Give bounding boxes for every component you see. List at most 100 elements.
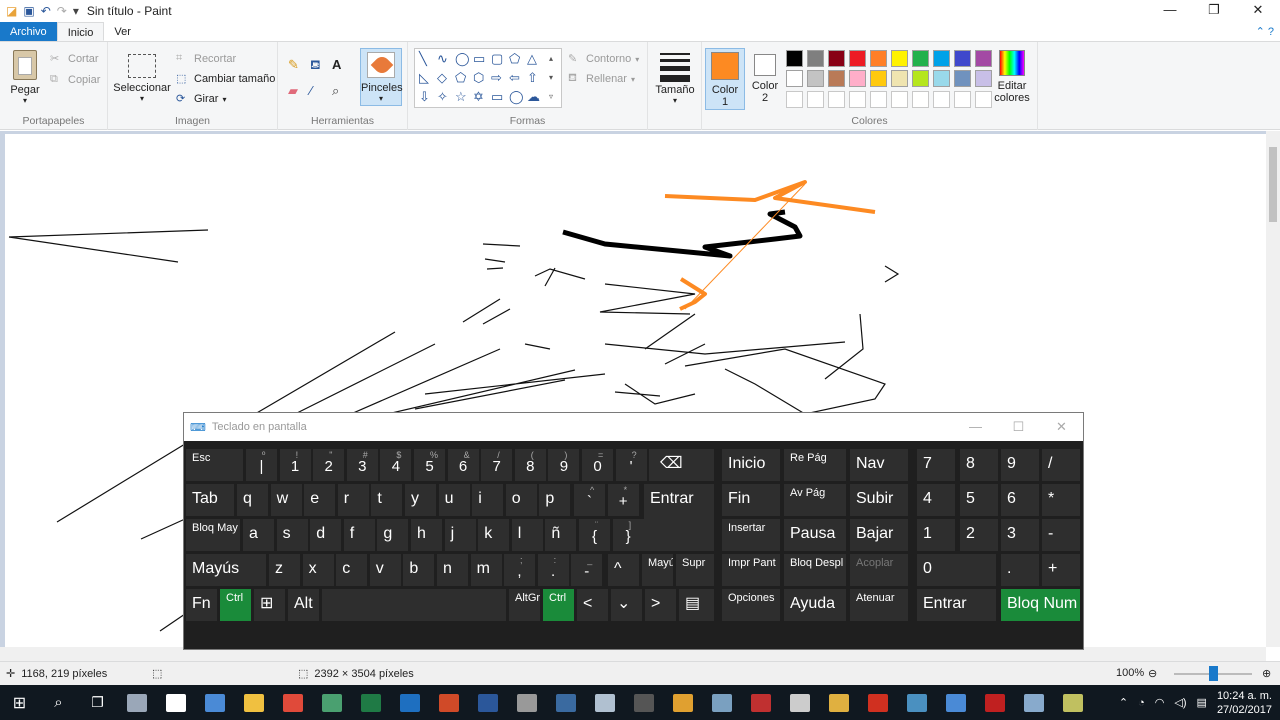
zoom-in-icon[interactable]: ⊕: [1262, 667, 1271, 680]
key-inicio[interactable]: Inicio: [722, 449, 780, 481]
minimize-button[interactable]: —: [1148, 0, 1192, 22]
expand-gallery-icon[interactable]: ▿: [549, 90, 553, 104]
osk-close-button[interactable]: ✕: [1040, 413, 1083, 441]
project-button[interactable]: [546, 685, 585, 720]
key-j[interactable]: j: [444, 519, 476, 551]
key-alt[interactable]: Alt: [288, 589, 319, 621]
snip-button[interactable]: [1053, 685, 1092, 720]
key-row4-extra-2[interactable]: _ -: [571, 554, 603, 586]
color-swatch-row2-8[interactable]: [954, 70, 971, 87]
key-row1-2[interactable]: ! 1: [279, 449, 311, 481]
alarm-button[interactable]: [780, 685, 819, 720]
key-row3-extra-0[interactable]: ¨{: [579, 519, 610, 551]
fill-button[interactable]: ⛾ Rellenar ▾: [568, 72, 635, 86]
key-b[interactable]: b: [403, 554, 435, 586]
select-button[interactable]: Seleccionar ▾: [112, 50, 172, 103]
key-numpad-7[interactable]: 7: [917, 449, 955, 481]
key-enter[interactable]: Entrar: [644, 484, 714, 551]
size-button[interactable]: Tamaño ▾: [654, 50, 696, 105]
key-numpad-0[interactable]: 0: [917, 554, 996, 586]
redo-icon[interactable]: ↷: [57, 4, 67, 18]
folder-button[interactable]: [819, 685, 858, 720]
copy-button[interactable]: ⧉ Copiar: [50, 73, 100, 87]
custom-color-slot[interactable]: [891, 91, 908, 108]
key-esc[interactable]: Esc: [186, 449, 243, 481]
notes-button[interactable]: [1014, 685, 1053, 720]
vertical-scroll-thumb[interactable]: [1269, 147, 1277, 222]
diamond-shape-icon[interactable]: ◇: [437, 71, 447, 85]
zoom-out-icon[interactable]: ⊖: [1148, 667, 1157, 680]
four-point-star-shape-icon[interactable]: ✧: [437, 90, 448, 104]
key-repag[interactable]: Re Pág: [784, 449, 846, 481]
file-explorer-button[interactable]: [234, 685, 273, 720]
line-shape-icon[interactable]: ╲: [419, 52, 427, 66]
key-row1-4[interactable]: #3: [346, 449, 378, 481]
outline-button[interactable]: ✎ Contorno ▾: [568, 52, 639, 66]
calculator-button[interactable]: [624, 685, 663, 720]
curve-shape-icon[interactable]: ∿: [437, 52, 448, 66]
color-swatch-row2-6[interactable]: [912, 70, 929, 87]
key-bloq-num[interactable]: Bloq Num: [1001, 589, 1080, 621]
key-ctrl[interactable]: Ctrl: [220, 589, 251, 621]
tab-view[interactable]: Ver: [104, 22, 141, 41]
key-row1-9[interactable]: (8: [514, 449, 546, 481]
key-arrow-down[interactable]: ⌄: [611, 589, 642, 621]
excel-button[interactable]: [351, 685, 390, 720]
scroll-down-icon[interactable]: ▾: [549, 71, 553, 85]
outlook-button[interactable]: [390, 685, 429, 720]
color-swatch-row1-1[interactable]: [807, 50, 824, 67]
color-swatch-row1-7[interactable]: [933, 50, 950, 67]
polygon-shape-icon[interactable]: ⬠: [509, 52, 520, 66]
key-nav[interactable]: Nav: [850, 449, 908, 481]
color-swatch-row1-2[interactable]: [828, 50, 845, 67]
key-u[interactable]: u: [438, 484, 470, 516]
undo-icon[interactable]: ↶: [41, 4, 51, 18]
settings-taskbar-button[interactable]: [507, 685, 546, 720]
clock[interactable]: 10:24 a. m. 27/02/2017: [1217, 689, 1272, 717]
callout-oval-shape-icon[interactable]: ◯: [509, 90, 524, 104]
key-o[interactable]: o: [505, 484, 537, 516]
paste-button[interactable]: Pegar ▾: [6, 50, 44, 105]
key-row4-extra-1[interactable]: :.: [537, 554, 569, 586]
key-y[interactable]: y: [405, 484, 436, 516]
magnifier-icon[interactable]: ⌕: [332, 84, 339, 98]
color-swatch-row1-3[interactable]: [849, 50, 866, 67]
pencil-icon[interactable]: ✎: [288, 58, 299, 72]
color-swatch-row2-0[interactable]: [786, 70, 803, 87]
key-m[interactable]: m: [470, 554, 502, 586]
oval-shape-icon[interactable]: ◯: [455, 52, 470, 66]
key-space[interactable]: [322, 589, 506, 621]
custom-color-slot[interactable]: [954, 91, 971, 108]
key-insertar[interactable]: Insertar: [722, 519, 780, 551]
color-swatch-row1-8[interactable]: [954, 50, 971, 67]
right-arrow-shape-icon[interactable]: ⇨: [491, 71, 502, 85]
media-player-button[interactable]: [663, 685, 702, 720]
key-altgr[interactable]: AltGr: [509, 589, 540, 621]
key-avpag[interactable]: Av Pág: [784, 484, 846, 516]
zoom-slider-thumb[interactable]: [1209, 666, 1218, 681]
rounded-rectangle-shape-icon[interactable]: ▢: [491, 52, 503, 66]
key-row1-12[interactable]: ? ': [615, 449, 647, 481]
key-windows[interactable]: ⊞: [254, 589, 285, 621]
key-arrow-right[interactable]: >: [645, 589, 676, 621]
key-s[interactable]: s: [276, 519, 308, 551]
action-center-icon[interactable]: ▤: [1197, 696, 1207, 709]
key-subir[interactable]: Subir: [850, 484, 908, 516]
network-taskbar-button[interactable]: [195, 685, 234, 720]
key-k[interactable]: k: [478, 519, 510, 551]
powerpoint-button[interactable]: [429, 685, 468, 720]
key-numpad-plus[interactable]: +: [1042, 554, 1080, 586]
key-i[interactable]: i: [472, 484, 504, 516]
key-row1-3[interactable]: " 2: [313, 449, 345, 481]
key-bajar[interactable]: Bajar: [850, 519, 908, 551]
wifi-icon[interactable]: ◠: [1155, 696, 1165, 709]
key-row4-extra-0[interactable]: ;,: [504, 554, 535, 586]
fill-bucket-icon[interactable]: ⛾: [310, 58, 321, 72]
key-g[interactable]: g: [377, 519, 409, 551]
search-button[interactable]: ⌕: [39, 685, 78, 720]
key-w[interactable]: w: [270, 484, 302, 516]
close-button[interactable]: ✕: [1236, 0, 1280, 22]
color-swatch-row2-4[interactable]: [870, 70, 887, 87]
key-numpad-6[interactable]: 6: [1001, 484, 1039, 516]
key-numpad-*[interactable]: *: [1042, 484, 1080, 516]
